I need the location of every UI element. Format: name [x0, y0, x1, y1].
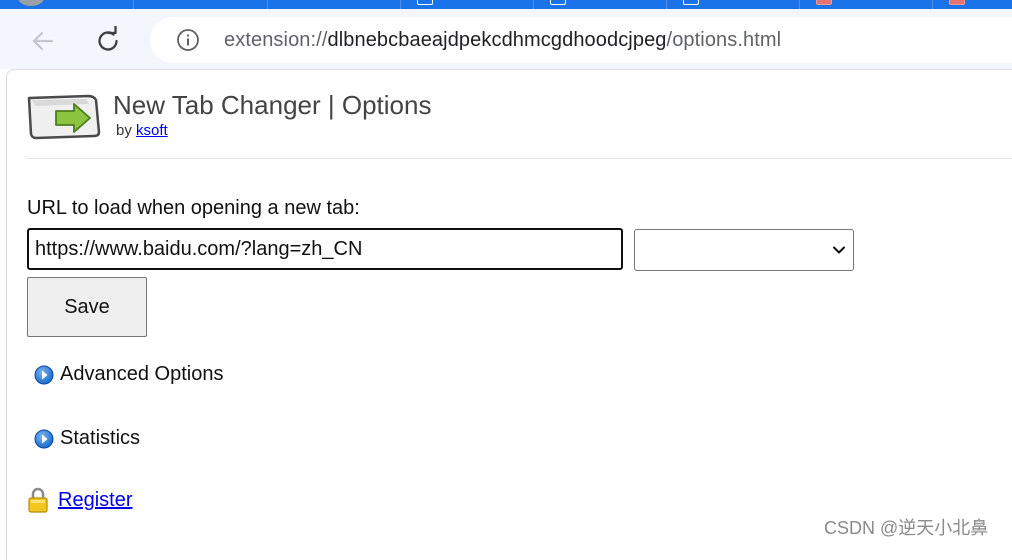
profile-avatar[interactable]	[18, 0, 44, 6]
tab-favicon-icon[interactable]	[550, 0, 566, 5]
author-link[interactable]: ksoft	[136, 122, 168, 139]
tab-separator	[799, 0, 800, 9]
new-tab-changer-logo-icon	[27, 94, 101, 140]
reload-icon	[98, 26, 118, 51]
register-row: Register	[27, 487, 132, 513]
expand-arrow-icon	[34, 429, 54, 448]
address-url: extension://dlbnebcbaeajdpekcdhmcgdhoodc…	[224, 29, 781, 52]
chevron-down-icon	[833, 246, 845, 254]
url-host: dlbnebcbaeajdpekcdhmcgdhoodcjpeg	[327, 29, 667, 51]
tab-favicon-icon[interactable]	[683, 0, 699, 5]
url-field-label: URL to load when opening a new tab:	[27, 197, 360, 219]
byline-prefix: by	[116, 122, 132, 139]
tab-separator	[267, 0, 268, 9]
page-title: New Tab Changer | Options	[113, 90, 432, 120]
watermark: CSDN @逆天小北鼻	[824, 518, 989, 538]
statistics-toggle[interactable]: Statistics	[34, 427, 140, 450]
tab-separator	[533, 0, 534, 9]
url-scheme: extension://	[224, 29, 328, 51]
save-button[interactable]: Save	[27, 277, 147, 337]
url-path: /options.html	[666, 29, 782, 51]
advanced-options-toggle[interactable]: Advanced Options	[34, 363, 223, 386]
reload-button[interactable]	[90, 23, 126, 59]
browser-toolbar: extension://dlbnebcbaeajdpekcdhmcgdhoodc…	[0, 9, 1012, 69]
tab-separator	[666, 0, 667, 9]
header-divider	[26, 158, 1012, 159]
tab-separator	[133, 0, 134, 9]
address-bar[interactable]: extension://dlbnebcbaeajdpekcdhmcgdhoodc…	[150, 17, 1012, 63]
options-page: New Tab Changer | Options by ksoft URL t…	[6, 69, 1012, 560]
tab-separator	[400, 0, 401, 9]
tab-favicon-icon[interactable]	[417, 0, 433, 5]
lock-icon	[28, 487, 48, 513]
byline: by ksoft	[116, 122, 168, 139]
tab-strip	[0, 0, 1012, 9]
tab-separator	[932, 0, 933, 9]
tab-favicon-icon[interactable]	[949, 0, 965, 5]
url-preset-select[interactable]	[634, 229, 854, 271]
advanced-options-label: Advanced Options	[60, 363, 224, 385]
back-button[interactable]	[24, 23, 60, 59]
site-info-icon[interactable]	[176, 28, 200, 52]
new-tab-url-input[interactable]	[27, 228, 623, 270]
back-arrow-icon	[32, 31, 54, 51]
expand-arrow-icon	[34, 365, 54, 384]
tab-favicon-icon[interactable]	[816, 0, 832, 5]
statistics-label: Statistics	[60, 427, 141, 449]
register-link[interactable]: Register	[58, 489, 132, 512]
